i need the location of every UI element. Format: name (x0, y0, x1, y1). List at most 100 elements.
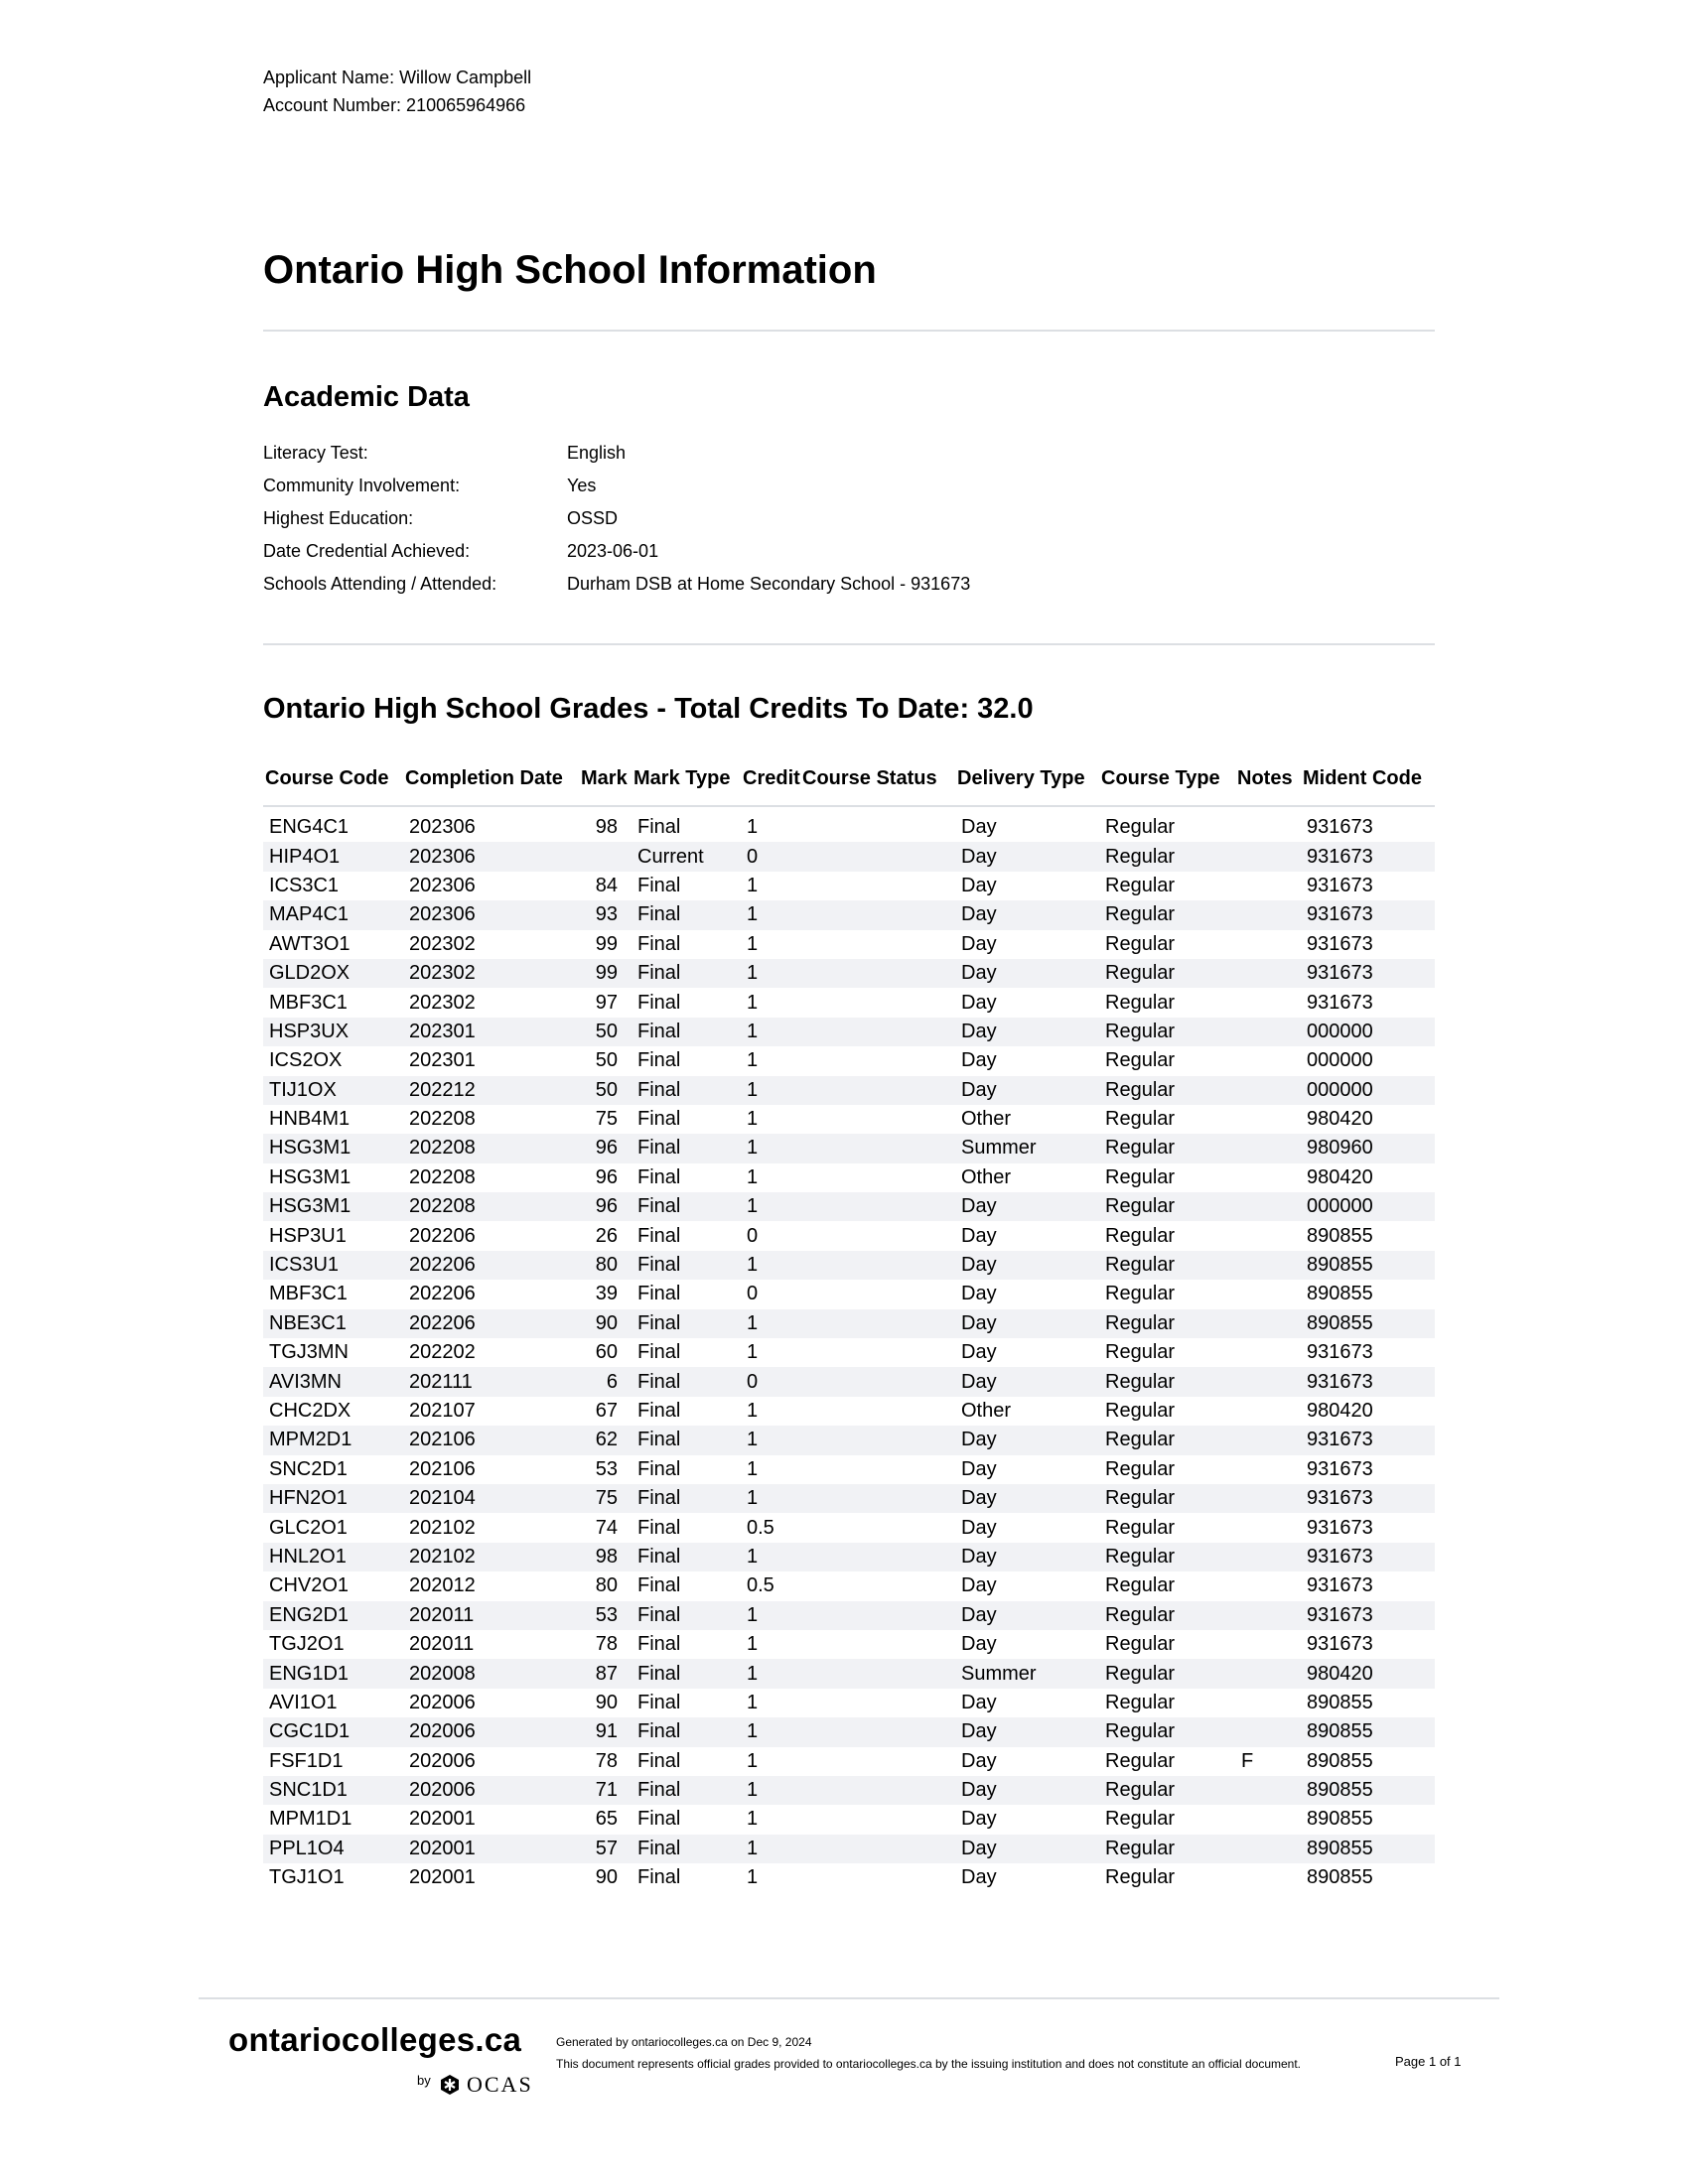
table-cell: Day (961, 1574, 997, 1597)
table-cell: Regular (1105, 1049, 1176, 1072)
table-cell: HSG3M1 (263, 1192, 403, 1222)
table-cell (1235, 1017, 1301, 1047)
table-cell: Other (961, 1400, 1012, 1422)
table-row: SNC2D1 202106 53 Final 1 Day Regular 931673 (263, 1455, 1435, 1484)
table-cell: 80 (579, 1250, 632, 1281)
table-cell: Day (961, 1749, 997, 1772)
table-cell: 1 (741, 1250, 800, 1281)
table-cell: Day (955, 842, 1099, 872)
table-cell: 84 (595, 874, 618, 896)
table-cell: Final (637, 1108, 681, 1131)
table-cell: 202111 (403, 1367, 579, 1397)
table-cell: Day (961, 1691, 997, 1713)
academic-value: OSSD (567, 508, 619, 528)
table-cell: Day (955, 900, 1099, 930)
ocas-text: OCAS (467, 2072, 533, 2097)
table-cell: Regular (1099, 1483, 1235, 1514)
academic-data-list: Literacy Test: English Community Involveme… (263, 437, 970, 601)
table-cell: Final (637, 1866, 681, 1889)
table-cell: 890855 (1301, 1834, 1435, 1864)
table-cell (800, 1863, 955, 1892)
table-row: ICS3U1 202206 80 Final 1 Day Regular 890855 (263, 1250, 1435, 1281)
table-cell (800, 1571, 955, 1600)
table-cell: Day (955, 1250, 1099, 1281)
table-cell: Final (632, 1542, 741, 1572)
table-cell: Final (632, 1600, 741, 1630)
table-cell: Day (961, 1341, 997, 1364)
table-cell (579, 842, 632, 872)
table-cell: 1 (741, 1659, 800, 1689)
table-cell: Regular (1105, 1808, 1176, 1831)
table-cell: 202208 (403, 1192, 579, 1222)
table-cell (1235, 958, 1301, 989)
table-cell: Summer (955, 1134, 1099, 1163)
table-cell: 931673 (1307, 1341, 1373, 1364)
grades-heading: Ontario High School Grades - Total Credi… (263, 693, 1034, 725)
table-cell (800, 1308, 955, 1339)
grades-header-row: Course Code Completion Date Mark Mark Type C… (263, 751, 1435, 807)
table-cell: HSP3U1 (269, 1224, 347, 1247)
table-cell: 890855 (1307, 1283, 1373, 1305)
table-cell: Day (955, 1075, 1099, 1105)
table-cell: 931673 (1301, 1367, 1435, 1397)
table-cell: HSG3M1 (263, 1134, 403, 1163)
table-cell: 980420 (1301, 1659, 1435, 1689)
table-cell: 1 (741, 1542, 800, 1572)
table-cell: Summer (955, 1659, 1099, 1689)
table-cell: Regular (1105, 1866, 1176, 1889)
academic-heading: Academic Data (263, 381, 470, 413)
table-cell: Day (961, 1866, 997, 1889)
table-cell: 890855 (1307, 1224, 1373, 1247)
table-cell: HNL2O1 (263, 1542, 403, 1572)
table-cell (800, 1426, 955, 1455)
column-header: Notes (1235, 751, 1301, 807)
table-cell: ENG4C1 (269, 816, 350, 839)
table-cell: Regular (1099, 1192, 1235, 1222)
academic-row: Literacy Test: English (263, 437, 970, 470)
table-cell (800, 1542, 955, 1572)
table-cell (1235, 1397, 1301, 1426)
table-cell: Final (637, 1633, 681, 1656)
table-cell: 890855 (1307, 1866, 1373, 1889)
table-cell: 1 (741, 1483, 800, 1514)
table-cell (1235, 1571, 1301, 1600)
ocas-mark-icon (441, 2075, 459, 2095)
table-cell: ICS3U1 (263, 1250, 403, 1281)
table-cell: Final (637, 991, 681, 1014)
table-cell (1235, 1163, 1301, 1192)
table-cell: 202302 (403, 958, 579, 989)
table-cell (1235, 930, 1301, 959)
table-cell: Final (637, 1224, 681, 1247)
table-cell: Regular (1099, 1600, 1235, 1630)
table-cell: 202006 (409, 1691, 476, 1713)
table-row: HSG3M1 202208 96 Final 1 Day Regular 000000 (263, 1192, 1435, 1222)
table-cell: Day (955, 1600, 1099, 1630)
table-cell: 931673 (1307, 991, 1373, 1014)
academic-value: 2023-06-01 (567, 541, 659, 561)
table-cell: Regular (1105, 816, 1176, 839)
table-cell: 1 (741, 900, 800, 930)
table-cell: 96 (595, 1165, 618, 1188)
table-cell: Final (632, 1134, 741, 1163)
table-cell: Day (961, 932, 997, 955)
table-cell: Regular (1105, 1165, 1176, 1188)
table-cell: 62 (579, 1426, 632, 1455)
column-header: Delivery Type (955, 751, 1099, 807)
table-row: HNB4M1 202208 75 Final 1 Other Regular 980420 (263, 1105, 1435, 1134)
table-cell: 1 (741, 1192, 800, 1222)
table-cell (800, 1192, 955, 1222)
table-row: FSF1D1 202006 78 Final 1 Day Regular F 890855 (263, 1747, 1435, 1776)
academic-row: Schools Attending / Attended: Durham DSB … (263, 568, 970, 601)
table-cell: Final (632, 1834, 741, 1864)
table-cell: 1 (747, 1400, 759, 1422)
table-cell: 202102 (409, 1516, 476, 1539)
table-cell: 890855 (1301, 1717, 1435, 1747)
table-cell: Final (637, 932, 681, 955)
table-cell: 1 (747, 1866, 759, 1889)
disclaimer-line: This document represents official grades… (556, 2057, 1301, 2071)
table-cell: Final (637, 1165, 681, 1188)
table-cell: 1 (741, 1134, 800, 1163)
table-cell: Day (955, 1192, 1099, 1222)
table-cell (800, 1075, 955, 1105)
table-cell: 931673 (1307, 1516, 1373, 1539)
